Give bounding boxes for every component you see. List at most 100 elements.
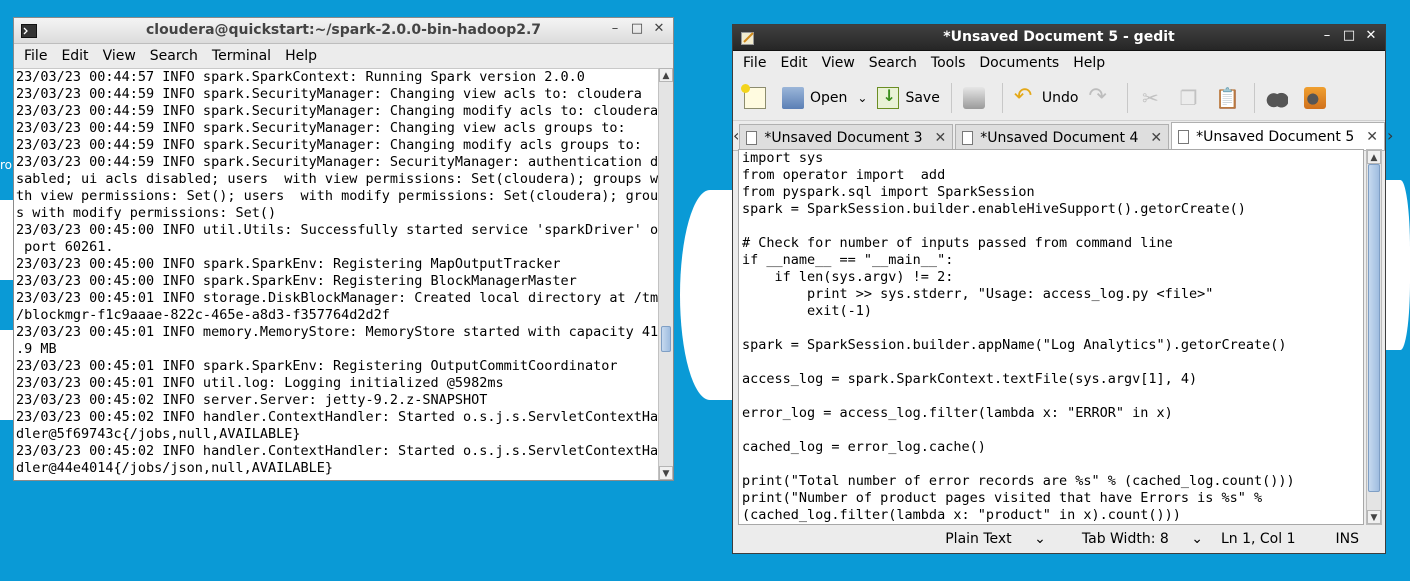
- gedit-window[interactable]: *Unsaved Document 5 - gedit – □ ✕ File E…: [732, 24, 1393, 554]
- scroll-up-arrow-icon[interactable]: ▲: [659, 68, 673, 82]
- document-icon: [1178, 129, 1190, 144]
- terminal-scrollbar[interactable]: ▲ ▼: [658, 68, 673, 480]
- menu-file[interactable]: File: [736, 55, 773, 71]
- open-button[interactable]: Open ⌄: [777, 80, 872, 116]
- tab-width-selector[interactable]: Tab Width: 8 ⌄: [1064, 531, 1203, 547]
- chevron-down-icon: ⌄: [1191, 531, 1203, 547]
- paste-button[interactable]: 📋: [1210, 80, 1248, 116]
- text-line: print("Total number of error records are…: [742, 473, 1295, 489]
- code-editor[interactable]: import sys from operator import add from p…: [738, 149, 1364, 525]
- menu-help[interactable]: Help: [278, 48, 324, 64]
- maximize-button[interactable]: □: [629, 21, 645, 36]
- text-line: s with modify permissions: Set(): [16, 205, 277, 221]
- menu-documents[interactable]: Documents: [972, 55, 1066, 71]
- print-button[interactable]: [958, 80, 996, 116]
- editor-scrollbar[interactable]: ▲ ▼: [1366, 149, 1382, 525]
- text-line: /blockmgr-f1c9aaae-822c-465e-a8d3-f35776…: [16, 307, 390, 323]
- redo-button[interactable]: ↷: [1083, 80, 1121, 116]
- save-icon: [877, 86, 900, 109]
- language-selector[interactable]: Plain Text ⌄: [927, 531, 1046, 547]
- tab-width-label: Tab Width: 8: [1081, 531, 1169, 547]
- gedit-statusbar: Plain Text ⌄ Tab Width: 8 ⌄ Ln 1, Col 1 …: [733, 525, 1385, 553]
- toolbar-separator: [1254, 82, 1256, 113]
- gedit-menubar: File Edit View Search Tools Documents He…: [733, 51, 1385, 75]
- text-line: sabled; ui acls disabled; users with vie…: [16, 171, 659, 187]
- menu-edit[interactable]: Edit: [773, 55, 814, 71]
- minimize-button[interactable]: –: [1319, 28, 1335, 43]
- maximize-button[interactable]: □: [1341, 28, 1357, 43]
- terminal-window-controls: – □ ✕: [607, 21, 667, 36]
- paste-icon: 📋: [1215, 85, 1241, 110]
- tab-label: *Unsaved Document 5: [1196, 128, 1355, 145]
- menu-edit[interactable]: Edit: [54, 48, 95, 64]
- text-line: from pyspark.sql import SparkSession: [742, 184, 1035, 200]
- undo-label: Undo: [1041, 89, 1079, 106]
- text-line: dler@5f69743c{/jobs,null,AVAILABLE}: [16, 426, 301, 442]
- close-button[interactable]: ✕: [1363, 28, 1379, 43]
- text-line: 23/03/23 00:44:59 INFO spark.SecurityMan…: [16, 86, 642, 102]
- scroll-thumb[interactable]: [661, 326, 671, 352]
- menu-file[interactable]: File: [17, 48, 54, 64]
- menu-tools[interactable]: Tools: [924, 55, 973, 71]
- menu-view[interactable]: View: [815, 55, 862, 71]
- text-line: cached_log = error_log.cache(): [742, 439, 986, 455]
- terminal-menubar: File Edit View Search Terminal Help: [14, 44, 673, 68]
- text-line: print("Number of product pages visited t…: [742, 490, 1263, 506]
- replace-button[interactable]: [1299, 80, 1337, 116]
- close-tab-icon[interactable]: ✕: [935, 130, 947, 146]
- terminal-titlebar[interactable]: cloudera@quickstart:~/spark-2.0.0-bin-ha…: [14, 18, 673, 44]
- text-line: [742, 456, 1363, 473]
- text-line: [742, 320, 1363, 337]
- scroll-down-arrow-icon[interactable]: ▼: [659, 466, 673, 480]
- terminal-output[interactable]: 23/03/23 00:44:57 INFO spark.SparkContex…: [14, 68, 659, 480]
- scroll-thumb[interactable]: [1368, 164, 1380, 492]
- text-line: 23/03/23 00:45:01 INFO util.log: Logging…: [16, 375, 504, 391]
- menu-view[interactable]: View: [96, 48, 143, 64]
- menu-terminal[interactable]: Terminal: [205, 48, 278, 64]
- scroll-down-arrow-icon[interactable]: ▼: [1367, 510, 1381, 524]
- text-line: 23/03/23 00:45:01 INFO memory.MemoryStor…: [16, 324, 659, 340]
- open-folder-icon: [782, 86, 804, 109]
- text-line: [742, 218, 1363, 235]
- cut-button[interactable]: ✂: [1134, 80, 1172, 116]
- code-text: import sys from operator import add from p…: [739, 150, 1363, 524]
- close-tab-icon[interactable]: ✕: [1366, 129, 1378, 145]
- desktop-logo-shape: [680, 190, 740, 400]
- close-tab-icon[interactable]: ✕: [1150, 130, 1162, 146]
- tab-scroll-right-icon[interactable]: ›: [1387, 126, 1393, 145]
- menu-help[interactable]: Help: [1066, 55, 1112, 71]
- scroll-up-arrow-icon[interactable]: ▲: [1367, 150, 1381, 164]
- document-icon: [962, 130, 974, 145]
- cursor-position: Ln 1, Col 1: [1220, 531, 1296, 547]
- copy-button[interactable]: ❐: [1172, 80, 1210, 116]
- close-button[interactable]: ✕: [651, 21, 667, 36]
- chevron-down-icon[interactable]: ⌄: [857, 91, 867, 105]
- save-button[interactable]: Save: [872, 80, 944, 116]
- desktop-logo-shape: [1386, 180, 1410, 350]
- undo-icon: ↶: [1013, 83, 1033, 109]
- new-document-button[interactable]: [739, 80, 777, 116]
- undo-button[interactable]: ↶ Undo: [1009, 80, 1084, 116]
- tab-document-5[interactable]: *Unsaved Document 5 ✕: [1171, 122, 1385, 150]
- chevron-down-icon: ⌄: [1034, 531, 1046, 547]
- new-document-icon: [741, 83, 766, 109]
- text-line: spark = SparkSession.builder.enableHiveS…: [742, 201, 1246, 217]
- gedit-title: *Unsaved Document 5 - gedit: [943, 29, 1175, 45]
- toolbar-separator: [1001, 82, 1003, 113]
- find-button[interactable]: [1261, 80, 1299, 116]
- text-line: if len(sys.argv) != 2:: [742, 269, 954, 285]
- text-line: 23/03/23 00:45:00 INFO util.Utils: Succe…: [16, 222, 659, 238]
- minimize-button[interactable]: –: [607, 21, 623, 36]
- tab-document-3[interactable]: *Unsaved Document 3 ✕: [739, 124, 954, 150]
- save-label: Save: [905, 89, 940, 106]
- menu-search[interactable]: Search: [862, 55, 924, 71]
- text-line: 23/03/23 00:44:59 INFO spark.SecurityMan…: [16, 103, 659, 119]
- tab-document-4[interactable]: *Unsaved Document 4 ✕: [955, 124, 1170, 150]
- menu-search[interactable]: Search: [143, 48, 205, 64]
- text-line: # Check for number of inputs passed from…: [742, 235, 1173, 251]
- tab-label: *Unsaved Document 4: [980, 129, 1139, 146]
- desktop-partial-label: ro: [0, 158, 13, 172]
- gedit-titlebar[interactable]: *Unsaved Document 5 - gedit – □ ✕: [733, 25, 1385, 51]
- tab-label: *Unsaved Document 3: [764, 129, 923, 146]
- terminal-window[interactable]: cloudera@quickstart:~/spark-2.0.0-bin-ha…: [13, 17, 674, 481]
